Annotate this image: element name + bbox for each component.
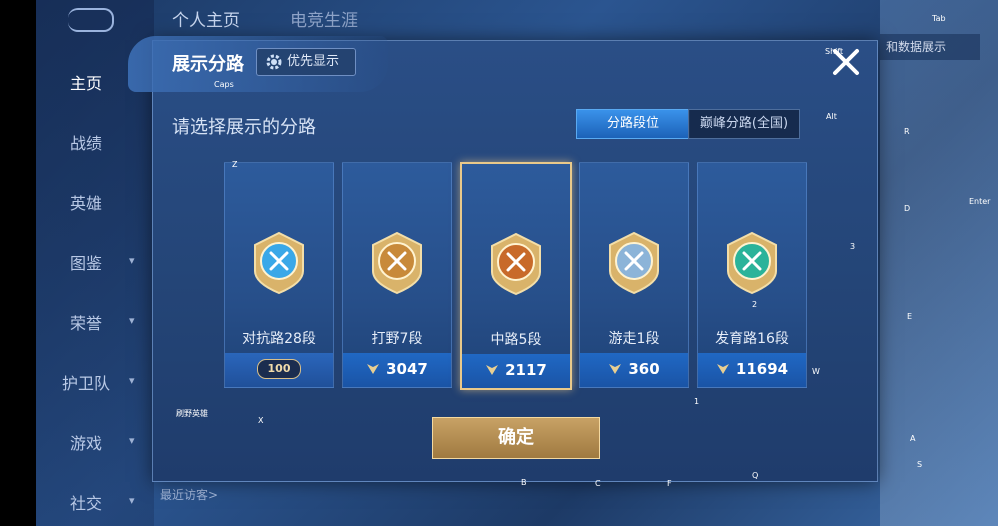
key-hint-label: R — [904, 127, 910, 136]
lane-card-footer: 360 — [580, 353, 688, 387]
left-black-bar — [0, 0, 36, 526]
lane-card-label: 游走1段 — [608, 331, 660, 347]
lane-card[interactable]: 中路5段 2117 — [460, 162, 572, 390]
points-icon — [716, 364, 729, 374]
tab-peak-lane[interactable]: 巅峰分路(全国) — [688, 109, 800, 139]
lane-card-footer: 3047 — [343, 353, 451, 387]
lane-emblem-icon — [609, 231, 659, 295]
nav-item-game[interactable]: 游戏 — [70, 430, 102, 454]
tab-personal-home[interactable]: 个人主页 — [172, 6, 240, 31]
key-hint-label: Alt — [826, 112, 837, 121]
dialog-subtitle: 请选择展示的分路 — [172, 117, 316, 138]
points-icon — [367, 364, 380, 374]
lane-emblem-icon — [491, 232, 541, 296]
chevron-down-icon: ▾ — [129, 374, 135, 387]
confirm-button[interactable]: 确定 — [432, 417, 600, 459]
key-hint-label: Z — [232, 160, 238, 169]
key-hint-label: B — [521, 478, 527, 487]
lane-card-label: 打野7段 — [371, 331, 423, 347]
nav-item-social[interactable]: 社交 — [70, 490, 102, 514]
points-icon — [486, 365, 499, 375]
chevron-down-icon: ▾ — [129, 494, 135, 507]
key-hint-label: Caps — [214, 80, 234, 89]
key-hint-label: A — [910, 434, 916, 443]
background-button: 和数据展示 — [880, 34, 980, 60]
priority-display-button[interactable]: 优先显示 — [256, 48, 356, 76]
key-hint-label: W — [812, 367, 820, 376]
lane-card-footer: 2117 — [462, 354, 570, 388]
key-hint-label: S — [917, 460, 923, 469]
key-hint-label: F — [667, 479, 672, 488]
lane-points: 360 — [628, 360, 660, 378]
lane-card-label: 发育路16段 — [715, 331, 789, 347]
nav-item-record[interactable]: 战绩 — [70, 130, 102, 154]
key-hint-label: 刷野英雄 — [176, 409, 208, 418]
nav-item-home[interactable]: 主页 — [70, 70, 102, 94]
lane-card[interactable]: 打野7段 3047 — [342, 162, 452, 388]
lane-points: 11694 — [735, 360, 789, 378]
key-hint-label: 1 — [694, 397, 700, 406]
lane-emblem-icon — [254, 231, 304, 295]
lane-card-label: 中路5段 — [490, 332, 542, 348]
key-hint-label: 2 — [752, 300, 758, 309]
key-hint-label: Q — [752, 471, 759, 480]
right-background — [880, 0, 998, 526]
lane-card[interactable]: 对抗路28段 100 — [224, 162, 334, 388]
key-hint-label: E — [907, 312, 913, 321]
key-hint-label: C — [595, 479, 601, 488]
lane-points: 2117 — [505, 361, 547, 379]
chevron-down-icon: ▾ — [129, 254, 135, 267]
lane-card[interactable]: 发育路16段 11694 — [697, 162, 807, 388]
nav-item-heroes[interactable]: 英雄 — [70, 190, 102, 214]
lane-emblem-icon — [372, 231, 422, 295]
lane-card-footer: 11694 — [698, 353, 806, 387]
rank-badge-value: 100 — [257, 359, 301, 379]
lane-points: 3047 — [386, 360, 428, 378]
dialog-title: 展示分路 — [172, 54, 244, 75]
gear-icon — [266, 54, 282, 70]
back-icon[interactable] — [68, 8, 114, 32]
chevron-down-icon: ▾ — [129, 314, 135, 327]
lane-card[interactable]: 游走1段 360 — [579, 162, 689, 388]
nav-item-honor[interactable]: 荣誉 — [70, 310, 102, 334]
rank-badge: 100 — [225, 353, 333, 387]
recent-visitors[interactable]: 最近访客> — [160, 486, 218, 503]
tab-esports-career[interactable]: 电竞生涯 — [290, 6, 358, 31]
chevron-down-icon: ▾ — [129, 434, 135, 447]
key-hint-label: 3 — [850, 242, 856, 251]
priority-display-label: 优先显示 — [287, 54, 340, 69]
lane-card-label: 对抗路28段 — [242, 331, 316, 347]
key-hint-label: Enter — [969, 197, 991, 206]
nav-item-guard[interactable]: 护卫队 — [62, 370, 110, 394]
key-hint-label: Shift — [825, 47, 844, 56]
key-hint-label: Tab — [932, 14, 946, 23]
points-icon — [609, 364, 622, 374]
tab-lane-rank[interactable]: 分路段位 — [576, 109, 690, 139]
key-hint-label: D — [904, 204, 911, 213]
nav-item-codex[interactable]: 图鉴 — [70, 250, 102, 274]
lane-emblem-icon — [727, 231, 777, 295]
key-hint-label: X — [258, 416, 264, 425]
